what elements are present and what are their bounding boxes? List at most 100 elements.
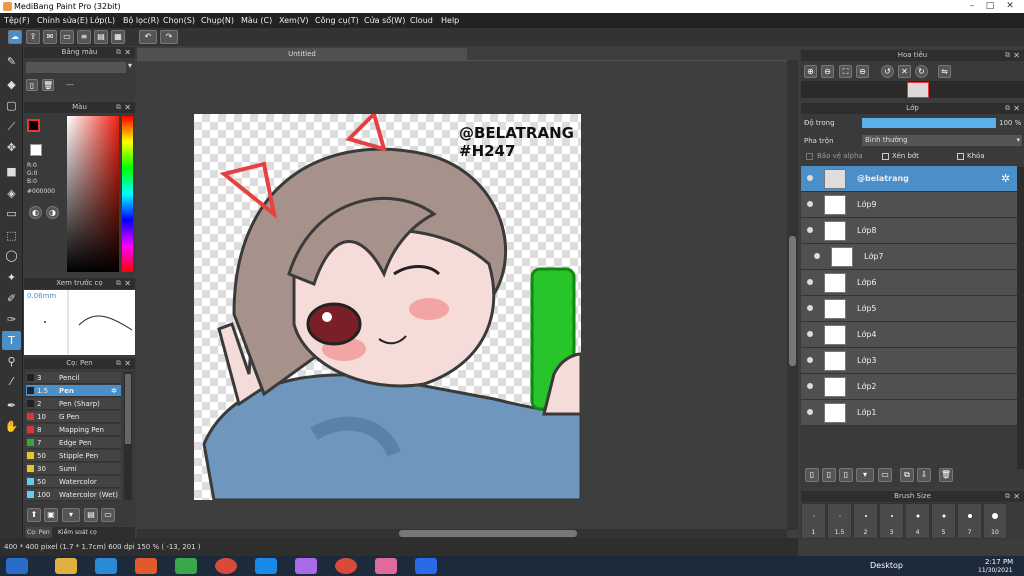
- add-brush-icon[interactable]: ⬆: [27, 508, 41, 522]
- maximize-button[interactable]: □: [984, 1, 996, 11]
- undo-icon[interactable]: ↶: [139, 30, 157, 44]
- drawing-canvas[interactable]: @BELATRANG #H247: [194, 114, 581, 500]
- brush-size-option[interactable]: 7: [957, 503, 982, 539]
- lasso-tool-icon[interactable]: ◯: [2, 246, 21, 265]
- menu-window[interactable]: Cửa sổ(W): [364, 13, 405, 28]
- horizontal-scrollbar[interactable]: [137, 529, 787, 538]
- fit-icon[interactable]: ⛶: [839, 65, 852, 78]
- pin-icon[interactable]: ⧉: [116, 102, 121, 113]
- brush-item[interactable]: 1.5 Pen ✲: [26, 385, 121, 397]
- tab-brush-control[interactable]: Kiểm soát cọ: [58, 527, 97, 538]
- lock-checkbox[interactable]: [957, 153, 964, 160]
- close-icon[interactable]: ✕: [1013, 50, 1020, 61]
- brush-item[interactable]: 8 Mapping Pen: [26, 424, 121, 436]
- close-icon[interactable]: ✕: [124, 278, 131, 289]
- text-tool-icon[interactable]: T: [2, 331, 21, 350]
- transparent-swatch[interactable]: [30, 144, 42, 156]
- zalo-icon[interactable]: [255, 558, 277, 574]
- actual-size-icon[interactable]: ⊖: [856, 65, 869, 78]
- hand-tool-icon[interactable]: ✋: [2, 417, 21, 436]
- layer-row[interactable]: Lớp3: [801, 348, 1017, 374]
- menu-color[interactable]: Màu (C): [241, 13, 272, 28]
- eye-icon[interactable]: [807, 175, 813, 181]
- doc-icon[interactable]: ▤: [94, 30, 108, 44]
- new-layer-icon[interactable]: ▯: [805, 468, 819, 482]
- brush-menu-icon[interactable]: ▾: [62, 508, 80, 522]
- brush-item[interactable]: 2 Pen (Sharp): [26, 398, 121, 410]
- rotate-left-icon[interactable]: ↺: [881, 65, 894, 78]
- brush-size-option[interactable]: 1.5: [827, 503, 852, 539]
- gradient-tool-icon[interactable]: ▭: [2, 204, 21, 223]
- brush-item[interactable]: 10 G Pen: [26, 411, 121, 423]
- brush-item[interactable]: 30 Sumi: [26, 463, 121, 475]
- menu-select[interactable]: Chọn(S): [163, 13, 195, 28]
- menu-cloud[interactable]: Cloud: [410, 13, 433, 28]
- layer-row[interactable]: Lớp7: [801, 244, 1017, 270]
- select-eraser-icon[interactable]: ✑: [2, 310, 21, 329]
- eyedropper-icon[interactable]: ⁄: [2, 372, 21, 391]
- eye-icon[interactable]: [807, 409, 813, 415]
- pin-icon[interactable]: ⧉: [1005, 50, 1010, 61]
- eye-icon[interactable]: [807, 383, 813, 389]
- layer-row[interactable]: Lớp4: [801, 322, 1017, 348]
- eraser-tool-icon[interactable]: ◆: [2, 75, 21, 94]
- menu-file[interactable]: Tệp(F): [4, 13, 30, 28]
- delete-layer-icon[interactable]: 🗑: [939, 468, 953, 482]
- minimize-button[interactable]: –: [966, 1, 978, 11]
- brush-size-option[interactable]: 10: [983, 503, 1007, 539]
- brush-item[interactable]: 7 Edge Pen: [26, 437, 121, 449]
- color-set-icon[interactable]: ◑: [46, 206, 59, 219]
- eye-icon[interactable]: [807, 305, 813, 311]
- bucket-tool-icon[interactable]: ◈: [2, 184, 21, 203]
- eye-icon[interactable]: [814, 253, 820, 259]
- brush-tool-icon[interactable]: ✎: [2, 52, 21, 71]
- eye-icon[interactable]: [807, 279, 813, 285]
- ie-icon[interactable]: [95, 558, 117, 574]
- blend-mode-select[interactable]: Bình thường ▾: [862, 135, 1022, 146]
- merge-layer-icon[interactable]: ⇩: [917, 468, 931, 482]
- close-button[interactable]: ✕: [1004, 1, 1016, 11]
- fill-rect-tool-icon[interactable]: ■: [2, 162, 21, 181]
- reset-view-icon[interactable]: ✕: [898, 65, 911, 78]
- tab-brush[interactable]: Cọ: Pen: [25, 527, 52, 538]
- gear-icon[interactable]: ✲: [111, 385, 117, 397]
- zoom-in-icon[interactable]: ⊕: [804, 65, 817, 78]
- palette-dropdown[interactable]: [26, 62, 126, 73]
- new-8bit-layer-icon[interactable]: ▯: [839, 468, 853, 482]
- zoom-icon[interactable]: [415, 558, 437, 574]
- layer-row[interactable]: Lớp9: [801, 192, 1017, 218]
- menu-capture[interactable]: Chụp(N): [201, 13, 234, 28]
- brush-item[interactable]: 3 Pencil: [26, 372, 121, 384]
- dropdown-arrow-icon[interactable]: ▾: [128, 61, 132, 70]
- pen-icon[interactable]: ✒: [2, 396, 21, 415]
- message-icon[interactable]: ▭: [60, 30, 74, 44]
- pin-icon[interactable]: ⧉: [1005, 491, 1010, 502]
- start-icon[interactable]: [6, 558, 28, 574]
- chrome-icon[interactable]: [215, 558, 237, 574]
- share-icon[interactable]: ⇪: [26, 30, 40, 44]
- desktop-label[interactable]: Desktop: [870, 556, 903, 576]
- layer-row[interactable]: Lớp1: [801, 400, 1017, 426]
- rect-tool-icon[interactable]: ▢: [2, 96, 21, 115]
- explorer-icon[interactable]: [55, 558, 77, 574]
- redo-icon[interactable]: ↷: [160, 30, 178, 44]
- menu-tools[interactable]: Công cụ(T): [315, 13, 359, 28]
- layer-row[interactable]: Lớp5: [801, 296, 1017, 322]
- foreground-color-swatch[interactable]: [27, 119, 40, 132]
- dot-tool-icon[interactable]: ⟋: [2, 117, 21, 136]
- brush-size-option[interactable]: 4: [905, 503, 930, 539]
- delete-palette-icon[interactable]: 🗑: [42, 79, 54, 91]
- menu-layer[interactable]: Lớp(L): [90, 13, 115, 28]
- brush-download-icon[interactable]: ▣: [44, 508, 58, 522]
- tab-untitled[interactable]: Untitled: [137, 48, 467, 60]
- layer-row[interactable]: Lớp6: [801, 270, 1017, 296]
- eye-icon[interactable]: [807, 227, 813, 233]
- new-halftone-layer-icon[interactable]: ▯: [822, 468, 836, 482]
- color-wheel-icon[interactable]: ◐: [29, 206, 42, 219]
- comment-icon[interactable]: ✉: [43, 30, 57, 44]
- pin-icon[interactable]: ⧉: [1005, 103, 1010, 114]
- eye-icon[interactable]: [807, 357, 813, 363]
- close-icon[interactable]: ✕: [124, 47, 131, 58]
- brush-list-scrollbar[interactable]: [124, 372, 132, 500]
- clip-checkbox[interactable]: [882, 153, 889, 160]
